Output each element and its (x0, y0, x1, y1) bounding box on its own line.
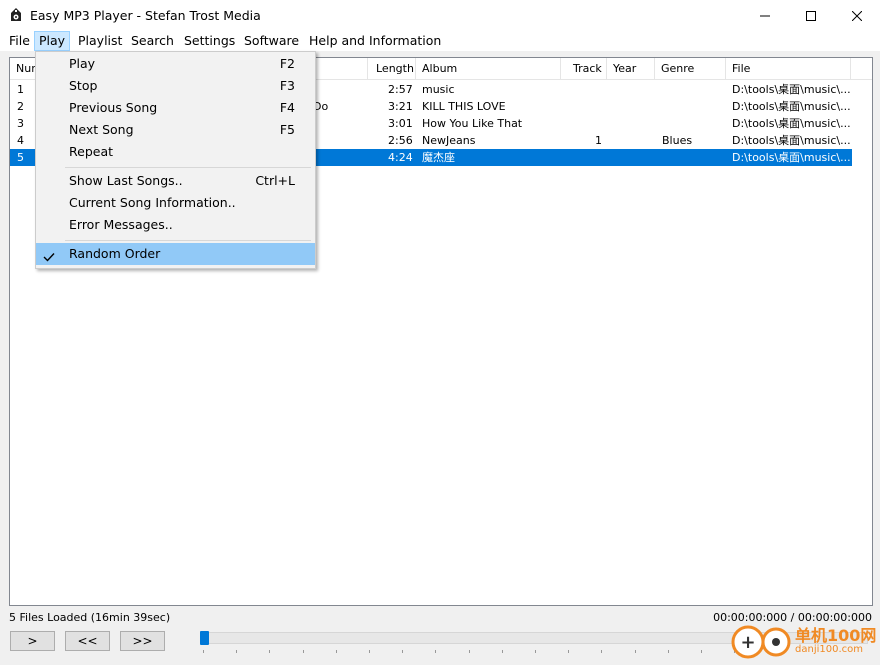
cell-length: 4:24 (388, 151, 413, 164)
menu-search[interactable]: Search (127, 32, 178, 50)
menu-item-label: Previous Song (69, 100, 158, 115)
menu-item-stop[interactable]: Stop F3 (36, 75, 315, 97)
menu-item-shortcut: F2 (279, 56, 295, 71)
seek-slider-thumb[interactable] (200, 631, 209, 645)
cell-genre: Blues (662, 134, 693, 147)
menu-help[interactable]: Help and Information (305, 32, 445, 50)
cell-album: How You Like That (422, 117, 523, 130)
menu-item-label: Error Messages.. (69, 217, 173, 232)
cell-length: 3:21 (388, 100, 413, 113)
previous-button[interactable]: << (65, 631, 110, 651)
play-menu-dropdown: Play F2 Stop F3 Previous Song F4 Next So… (35, 51, 316, 269)
cell-file: D:\tools\桌面\music\... (732, 100, 850, 113)
menu-item-label: Show Last Songs.. (69, 173, 183, 188)
column-header-genre[interactable]: Genre (655, 58, 726, 79)
window-title: Easy MP3 Player - Stefan Trost Media (30, 8, 261, 23)
menu-item-label: Stop (69, 78, 98, 93)
column-header-album[interactable]: Album (416, 58, 561, 79)
watermark-logo: + 单机100网 danji100.com (730, 622, 880, 662)
cell-album: KILL THIS LOVE (422, 100, 506, 113)
cell-file: D:\tools\桌面\music\... (732, 83, 850, 96)
cell-length: 3:01 (388, 117, 413, 130)
menu-play[interactable]: Play (34, 31, 71, 51)
cell-num: 1 (17, 83, 24, 96)
next-button[interactable]: >> (120, 631, 165, 651)
menu-item-repeat[interactable]: Repeat (36, 141, 315, 163)
status-files-loaded: 5 Files Loaded (16min 39sec) (9, 611, 171, 624)
minimize-button[interactable] (742, 0, 788, 31)
close-button[interactable] (834, 0, 880, 31)
column-header-year[interactable]: Year (607, 58, 655, 79)
menu-item-show-last-songs[interactable]: Show Last Songs.. Ctrl+L (36, 170, 315, 192)
menu-item-shortcut: F3 (279, 78, 295, 93)
cell-file: D:\tools\桌面\music\... (732, 151, 850, 164)
checkmark-icon (43, 248, 55, 270)
cell-album: music (422, 83, 455, 96)
menu-item-label: Next Song (69, 122, 134, 137)
cell-num: 3 (17, 117, 24, 130)
watermark-url: danji100.com (795, 644, 863, 655)
menu-item-next-song[interactable]: Next Song F5 (36, 119, 315, 141)
menu-item-label: Random Order (69, 246, 161, 261)
maximize-button[interactable] (788, 0, 834, 31)
menu-separator (65, 167, 311, 168)
menu-item-label: Repeat (69, 144, 114, 159)
cell-file: D:\tools\桌面\music\... (732, 134, 850, 147)
column-header-length[interactable]: Length (370, 58, 416, 79)
cell-num: 2 (17, 100, 24, 113)
column-header-track[interactable]: Track (567, 58, 607, 79)
cell-length: 2:57 (388, 83, 413, 96)
menu-item-current-song-information[interactable]: Current Song Information.. (36, 192, 315, 214)
menu-item-random-order[interactable]: Random Order (36, 243, 315, 265)
menu-software[interactable]: Software (240, 32, 303, 50)
title-bar: Easy MP3 Player - Stefan Trost Media (0, 0, 880, 31)
cell-track: 1 (595, 134, 602, 147)
menu-item-error-messages[interactable]: Error Messages.. (36, 214, 315, 236)
watermark-text: 单机100网 (795, 626, 877, 645)
cell-album: NewJeans (422, 134, 476, 147)
menu-settings[interactable]: Settings (180, 32, 239, 50)
cell-num: 4 (17, 134, 24, 147)
menu-item-shortcut: F4 (279, 100, 295, 115)
menu-item-label: Current Song Information.. (69, 195, 236, 210)
menu-playlist[interactable]: Playlist (74, 32, 126, 50)
menu-item-play[interactable]: Play F2 (36, 53, 315, 75)
menu-item-shortcut: F5 (279, 122, 295, 137)
menu-file[interactable]: File (5, 32, 34, 50)
play-button[interactable]: > (10, 631, 55, 651)
speaker-player-icon (8, 7, 24, 26)
cell-num: 5 (17, 151, 24, 164)
menu-item-label: Play (69, 56, 96, 71)
cell-length: 2:56 (388, 134, 413, 147)
column-header-file[interactable]: File (726, 58, 851, 79)
menu-bar: File Play Playlist Search Settings Softw… (0, 31, 880, 51)
cell-album: 魔杰座 (422, 151, 455, 164)
menu-item-shortcut: Ctrl+L (255, 173, 295, 188)
svg-text:+: + (740, 632, 755, 653)
cell-file: D:\tools\桌面\music\... (732, 117, 850, 130)
menu-item-previous-song[interactable]: Previous Song F4 (36, 97, 315, 119)
menu-separator (65, 240, 311, 241)
watermark-icon: + (731, 625, 791, 659)
